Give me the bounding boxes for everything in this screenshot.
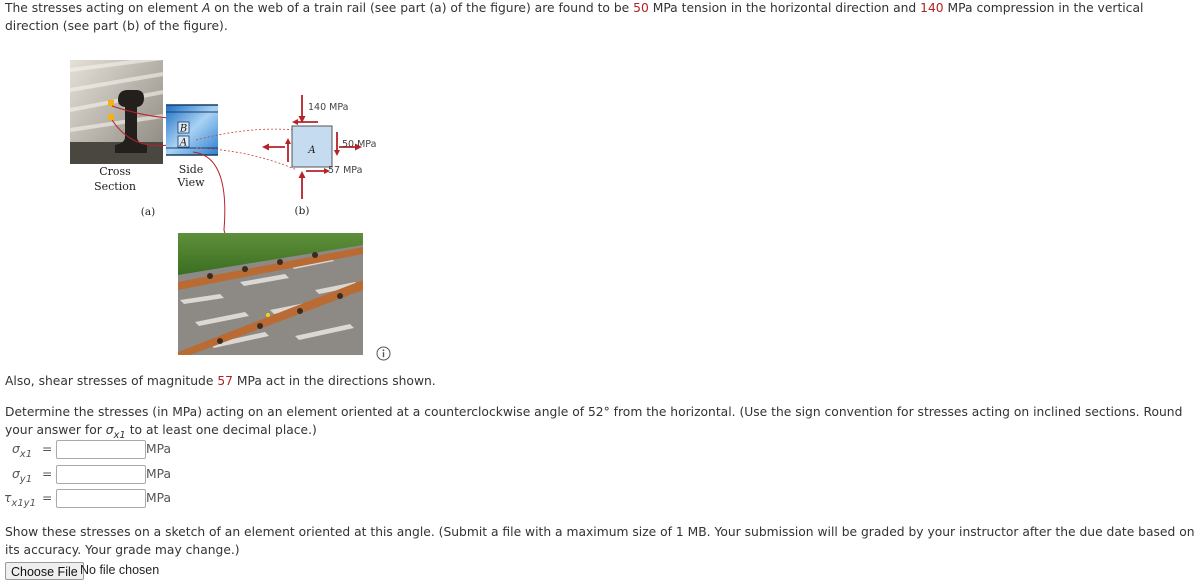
horizontal-stress-label: 50 MPa	[342, 139, 376, 150]
sigma-symbol: σ	[105, 423, 114, 437]
subscript: x1	[19, 449, 33, 460]
part-a-label: (a)	[141, 206, 155, 218]
symbol: σ	[12, 467, 20, 481]
section-label: Section	[94, 180, 136, 193]
choose-file-button[interactable]: Choose File	[5, 562, 84, 580]
part-b-label: (b)	[295, 205, 310, 217]
sigma-x1-input[interactable]	[56, 440, 146, 459]
element-b-label: B	[179, 124, 187, 135]
answer-label: τx1y1	[4, 491, 64, 509]
problem-question: Determine the stresses (in MPa) acting o…	[5, 403, 1197, 445]
intro-text: The stresses acting on element	[5, 1, 202, 15]
also-text: Also, shear stresses of magnitude	[5, 374, 218, 388]
problem-intro: The stresses acting on element A on the …	[5, 0, 1197, 35]
cross-section-photo	[69, 52, 170, 164]
equals-sign: =	[42, 491, 53, 505]
train-track-photo	[178, 233, 363, 355]
element-a-label: A	[307, 145, 315, 156]
train-rail-figure: B A Cross Section Side View (a) A 140 MP…	[60, 52, 420, 360]
vertical-stress-label: 140 MPa	[308, 102, 348, 113]
symbol: σ	[12, 442, 20, 456]
unit-label: MPa	[146, 442, 172, 456]
equals-sign: =	[42, 442, 53, 456]
problem-shear-info: Also, shear stresses of magnitude 57 MPa…	[5, 372, 436, 390]
intro-text: MPa tension in the horizontal direction …	[648, 1, 921, 15]
stress-element: A 140 MPa 50 MPa 57 MPa (b)	[262, 95, 376, 217]
tau-x1y1-input[interactable]	[56, 489, 146, 508]
unit-label: MPa	[146, 467, 172, 481]
intro-text: on the web of a train rail (see part (a)…	[210, 1, 634, 15]
question-text: to at least one decimal place.)	[125, 423, 317, 437]
cross-label: Cross	[99, 165, 131, 178]
figure-svg: B A Cross Section Side View (a) A 140 MP…	[69, 52, 376, 355]
subscript: y1	[19, 474, 33, 485]
view-label: View	[176, 176, 205, 189]
equals-sign: =	[42, 467, 53, 481]
element-a-side-label: A	[179, 138, 187, 149]
file-status: No file chosen	[80, 563, 160, 577]
unit-label: MPa	[146, 491, 172, 505]
compression-value: 140	[920, 1, 944, 15]
tension-value: 50	[633, 1, 649, 15]
sketch-instructions: Show these stresses on a sketch of an el…	[5, 525, 1195, 557]
also-text: MPa act in the directions shown.	[232, 374, 436, 388]
info-icon[interactable]	[376, 346, 391, 361]
shear-value: 57	[217, 374, 233, 388]
sigma-y1-input[interactable]	[56, 465, 146, 484]
shear-stress-label: 57 MPa	[328, 165, 362, 176]
side-label: Side	[179, 163, 204, 176]
subscript: x1y1	[11, 498, 36, 509]
